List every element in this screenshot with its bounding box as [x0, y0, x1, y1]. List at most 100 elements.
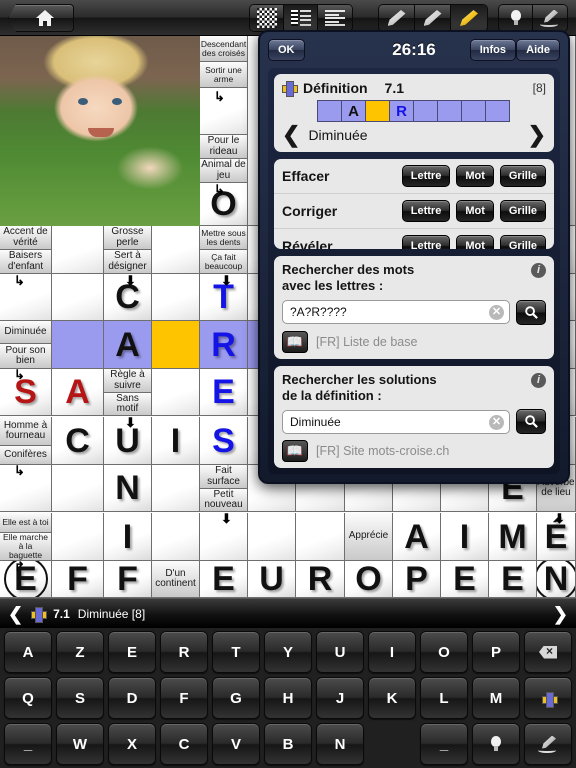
grid-cell[interactable]: O: [345, 561, 393, 598]
clue-cell[interactable]: Pour son bien: [0, 344, 52, 369]
corriger-mot-button[interactable]: Mot: [456, 200, 494, 222]
clue-cell[interactable]: Elle marche à la baguette: [0, 533, 52, 561]
effacer-mot-button[interactable]: Mot: [456, 165, 494, 187]
key-h[interactable]: H: [264, 677, 312, 719]
info-icon[interactable]: i: [531, 372, 546, 388]
grid-cell[interactable]: [152, 226, 200, 274]
reveler-lettre-button[interactable]: Lettre: [401, 235, 451, 249]
search-solutions-button[interactable]: [516, 409, 546, 434]
clue-cell[interactable]: Homme à fourneau: [0, 417, 52, 446]
key-a[interactable]: A: [4, 631, 52, 673]
key-j[interactable]: J: [316, 677, 364, 719]
grid-cell[interactable]: É ⬇: [537, 513, 576, 561]
key-o[interactable]: O: [420, 631, 468, 673]
key-t[interactable]: T: [212, 631, 260, 673]
grid-cell[interactable]: ↳: [0, 465, 52, 512]
grid-cell[interactable]: [52, 465, 104, 512]
book-icon[interactable]: 📖: [282, 330, 308, 353]
clue-cell[interactable]: Apprécie: [345, 513, 393, 561]
grid-cell[interactable]: E ↱: [0, 561, 52, 598]
previous-definition-button[interactable]: ❮: [282, 124, 300, 146]
corriger-lettre-button[interactable]: Lettre: [401, 200, 451, 222]
grid-cell[interactable]: A: [393, 513, 441, 561]
home-button[interactable]: [8, 4, 74, 32]
aide-button[interactable]: Aide: [516, 39, 560, 61]
grid-cell[interactable]: [152, 513, 200, 561]
key-x[interactable]: X: [108, 723, 156, 765]
clue-cell[interactable]: Grosse perle: [104, 226, 152, 250]
effacer-grille-button[interactable]: Grille: [499, 165, 546, 187]
word-letter-box[interactable]: [413, 100, 438, 122]
next-definition-button[interactable]: ❯: [528, 124, 546, 146]
clue-cell[interactable]: Descendant des croisés: [200, 36, 248, 62]
key-m[interactable]: M: [472, 677, 520, 719]
key-e[interactable]: E: [108, 631, 156, 673]
reveler-mot-button[interactable]: Mot: [456, 235, 494, 249]
key-q[interactable]: Q: [4, 677, 52, 719]
grid-cell-highlighted[interactable]: [52, 321, 104, 369]
grid-cell[interactable]: N: [537, 561, 576, 598]
grid-view-button[interactable]: [250, 5, 284, 31]
grid-cell[interactable]: M: [489, 513, 537, 561]
search-solutions-input[interactable]: Diminuée ✕: [282, 409, 510, 434]
grid-cell[interactable]: F: [52, 561, 104, 598]
previous-clue-button[interactable]: ❮: [8, 605, 23, 623]
grid-cell-current[interactable]: [152, 321, 200, 369]
key-puzzle[interactable]: [524, 677, 572, 719]
clue-cell[interactable]: Accent de vérité: [0, 226, 52, 250]
key-hint[interactable]: [472, 723, 520, 765]
key-v[interactable]: V: [212, 723, 260, 765]
view-mode-segmented-control[interactable]: [249, 4, 353, 32]
key-g[interactable]: G: [212, 677, 260, 719]
grid-cell-highlighted[interactable]: R: [200, 321, 248, 369]
key-backspace[interactable]: [524, 631, 572, 673]
word-letter-box[interactable]: [485, 100, 510, 122]
key-signature[interactable]: [524, 723, 572, 765]
corriger-grille-button[interactable]: Grille: [499, 200, 546, 222]
clue-cell[interactable]: Conifères: [0, 446, 52, 465]
word-letter-box[interactable]: R: [389, 100, 414, 122]
reveler-grille-button[interactable]: Grille: [499, 235, 546, 249]
pencil-light-button[interactable]: [379, 5, 415, 31]
next-clue-button[interactable]: ❯: [553, 605, 568, 623]
grid-cell[interactable]: I: [441, 513, 489, 561]
key-r[interactable]: R: [160, 631, 208, 673]
key-d[interactable]: D: [108, 677, 156, 719]
infos-button[interactable]: Infos: [469, 39, 516, 61]
grid-cell[interactable]: E: [441, 561, 489, 598]
clue-cell[interactable]: Pour le rideau: [200, 135, 248, 159]
grid-cell[interactable]: ⬇: [200, 513, 248, 561]
effacer-lettre-button[interactable]: Lettre: [401, 165, 451, 187]
clue-cell[interactable]: Mettre sous les dents: [200, 226, 248, 250]
grid-cell-highlighted[interactable]: A: [104, 321, 152, 369]
key-z[interactable]: Z: [56, 631, 104, 673]
hint-button[interactable]: [499, 5, 533, 31]
grid-cell[interactable]: N: [104, 465, 152, 512]
clear-icon[interactable]: ✕: [489, 305, 504, 320]
key-s[interactable]: S: [56, 677, 104, 719]
grid-cell[interactable]: O ↳: [200, 183, 248, 226]
list-view-button[interactable]: [318, 5, 352, 31]
grid-cell[interactable]: U ⬇: [104, 417, 152, 465]
clue-cell[interactable]: Petit nouveau: [200, 489, 248, 512]
word-letter-box-current[interactable]: [365, 100, 390, 122]
grid-cell[interactable]: [296, 513, 345, 561]
pen-mode-segmented-control[interactable]: [378, 4, 488, 32]
grid-cell[interactable]: [152, 465, 200, 512]
word-letter-box[interactable]: [437, 100, 462, 122]
grid-cell[interactable]: I: [152, 417, 200, 465]
grid-cell[interactable]: C: [52, 417, 104, 465]
key-w[interactable]: W: [56, 723, 104, 765]
grid-cell[interactable]: C ⬇: [104, 274, 152, 321]
search-words-input[interactable]: ?A?R???? ✕: [282, 300, 510, 324]
grid-cell[interactable]: R: [296, 561, 345, 598]
grid-cell[interactable]: [52, 226, 104, 274]
key-i[interactable]: I: [368, 631, 416, 673]
key-y[interactable]: Y: [264, 631, 312, 673]
grid-cell[interactable]: ↳: [0, 274, 52, 321]
search-words-button[interactable]: [516, 299, 546, 325]
clue-cell[interactable]: Animal de jeu: [200, 159, 248, 183]
clue-cell[interactable]: Sortir une arme: [200, 62, 248, 88]
grid-cell[interactable]: [52, 513, 104, 561]
signature-button[interactable]: [533, 5, 567, 31]
